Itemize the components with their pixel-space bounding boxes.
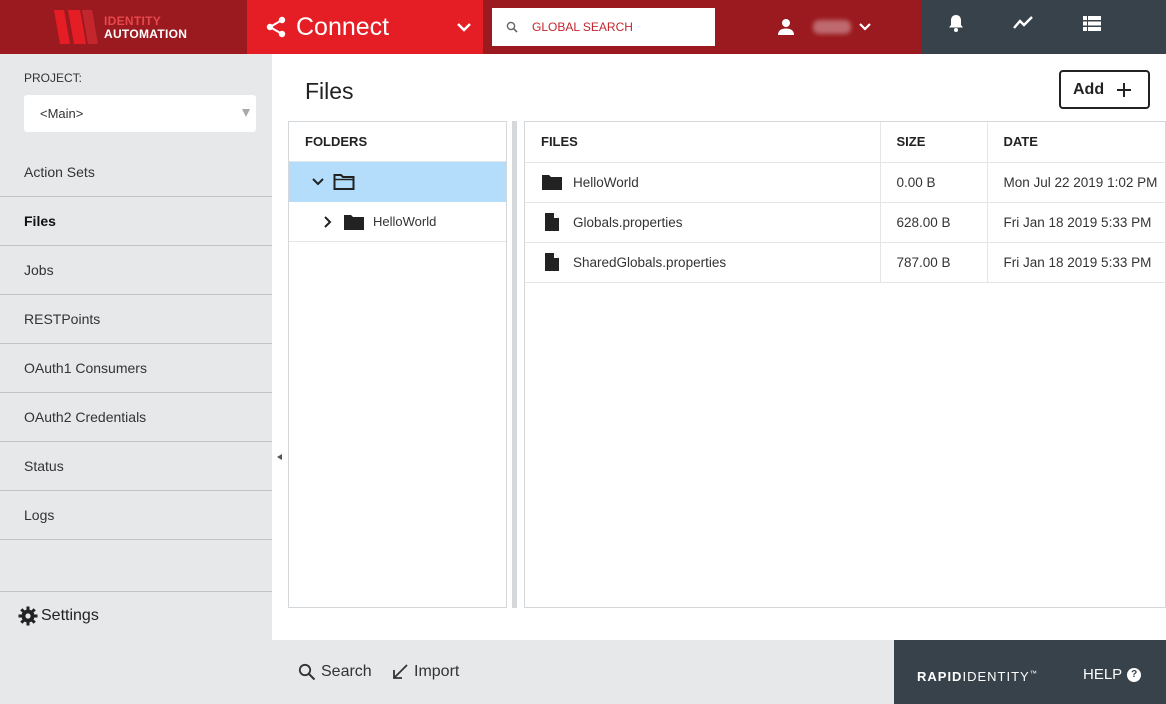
header-icons — [921, 0, 1166, 54]
file-date-cell: Mon Jul 22 2019 1:02 PM — [986, 162, 1166, 203]
help-button[interactable]: HELP ? — [1083, 666, 1142, 683]
app-switcher[interactable]: Connect — [247, 0, 483, 54]
folder-icon — [542, 175, 562, 190]
global-search[interactable] — [492, 8, 715, 46]
sidebar-nav: Action Sets Files Jobs RESTPoints OAuth1… — [0, 148, 272, 540]
column-header-size[interactable]: SIZE — [879, 122, 987, 163]
file-name: SharedGlobals.properties — [573, 254, 727, 270]
folders-header: FOLDERS — [289, 122, 506, 162]
file-date-cell: Fri Jan 18 2019 5:33 PM — [986, 202, 1166, 243]
company-logo-text: IDENTITY AUTOMATION — [104, 15, 187, 41]
search-icon — [506, 21, 518, 33]
bell-icon[interactable] — [946, 13, 966, 33]
collapse-arrow-icon — [277, 454, 282, 460]
table-row[interactable]: Globals.properties 628.00 B Fri Jan 18 2… — [525, 202, 1166, 243]
footer-import-label: Import — [414, 663, 460, 680]
chevron-down-icon[interactable] — [311, 175, 325, 189]
sidebar-item-action-sets[interactable]: Action Sets — [0, 148, 272, 197]
footer: Search Import RAPIDIDENTITY™ HELP ? — [0, 640, 1166, 704]
column-header-date[interactable]: DATE — [986, 122, 1166, 163]
files-table-header: FILES SIZE DATE — [525, 122, 1166, 163]
folder-tree-root[interactable] — [289, 162, 506, 202]
sidebar-item-jobs[interactable]: Jobs — [0, 246, 272, 295]
main-content: Files Add FOLDERS HelloWorld FILES SIZE … — [288, 54, 1166, 640]
sidebar: PROJECT: <Main> Action Sets Files Jobs R… — [0, 54, 272, 640]
sidebar-item-status[interactable]: Status — [0, 442, 272, 491]
file-name-cell: Globals.properties — [525, 202, 880, 243]
folders-panel: FOLDERS HelloWorld — [288, 121, 507, 608]
file-name-cell: HelloWorld — [525, 162, 880, 203]
file-name-cell: SharedGlobals.properties — [525, 242, 880, 283]
list-icon[interactable] — [1082, 13, 1102, 33]
help-label: HELP — [1083, 666, 1123, 683]
file-icon — [545, 253, 559, 271]
global-search-input[interactable] — [532, 20, 692, 34]
file-name: Globals.properties — [573, 214, 683, 230]
brand-area: RAPIDIDENTITY™ HELP ? — [894, 640, 1166, 704]
table-row[interactable]: HelloWorld 0.00 B Mon Jul 22 2019 1:02 P… — [525, 162, 1166, 203]
project-select-value: <Main> — [40, 106, 84, 121]
rapididentity-logo: RAPIDIDENTITY™ — [917, 669, 1038, 684]
sidebar-collapse-handle[interactable] — [272, 54, 288, 640]
project-select[interactable]: <Main> — [24, 95, 256, 132]
folder-tree-item[interactable]: HelloWorld — [289, 202, 506, 242]
dropdown-caret-icon — [242, 109, 250, 117]
company-logo-icon — [54, 10, 98, 44]
sidebar-item-oauth2-credentials[interactable]: OAuth2 Credentials — [0, 393, 272, 442]
chevron-down-icon — [859, 23, 871, 31]
footer-import-button[interactable]: Import — [391, 640, 459, 704]
column-header-files[interactable]: FILES — [525, 122, 880, 163]
project-label: PROJECT: — [24, 71, 83, 85]
logo-line-2: AUTOMATION — [104, 27, 188, 41]
file-size-cell: 628.00 B — [879, 202, 987, 243]
settings-label: Settings — [41, 607, 99, 624]
sidebar-item-oauth1-consumers[interactable]: OAuth1 Consumers — [0, 344, 272, 393]
gear-icon — [18, 606, 38, 626]
sidebar-item-restpoints[interactable]: RESTPoints — [0, 295, 272, 344]
folder-icon — [344, 214, 364, 230]
top-bar: IDENTITY AUTOMATION Connect — [0, 0, 1166, 54]
footer-search-button[interactable]: Search — [298, 640, 372, 704]
app-name: Connect — [296, 12, 390, 41]
brand-bold: RAPID — [917, 669, 963, 684]
chevron-down-icon — [457, 23, 471, 32]
file-size-cell: 0.00 B — [879, 162, 987, 203]
help-icon: ? — [1127, 667, 1142, 682]
panel-splitter[interactable] — [512, 121, 517, 608]
chevron-right-icon[interactable] — [321, 215, 335, 229]
user-menu[interactable] — [777, 0, 873, 54]
user-name-redacted — [813, 20, 851, 34]
share-icon — [266, 16, 286, 38]
files-panel: FILES SIZE DATE HelloWorld 0.00 B Mon Ju… — [524, 121, 1166, 608]
settings-button[interactable]: Settings — [0, 591, 272, 640]
file-size-cell: 787.00 B — [879, 242, 987, 283]
add-button-label: Add — [1073, 80, 1105, 98]
files-table: FILES SIZE DATE HelloWorld 0.00 B Mon Ju… — [525, 122, 1166, 283]
footer-search-label: Search — [321, 663, 372, 680]
sidebar-item-logs[interactable]: Logs — [0, 491, 272, 540]
file-date-cell: Fri Jan 18 2019 5:33 PM — [986, 242, 1166, 283]
file-icon — [545, 213, 559, 231]
arrow-down-left-icon — [393, 664, 408, 679]
brand-light: IDENTITY — [962, 669, 1030, 684]
person-icon — [778, 19, 794, 35]
sidebar-item-files[interactable]: Files — [0, 197, 272, 246]
plus-icon — [1117, 82, 1132, 97]
file-name: HelloWorld — [573, 174, 639, 190]
add-button[interactable]: Add — [1059, 70, 1150, 109]
brand-tm: ™ — [1029, 670, 1038, 678]
folder-tree-label: HelloWorld — [373, 214, 437, 229]
page-title: Files — [305, 78, 354, 104]
table-row[interactable]: SharedGlobals.properties 787.00 B Fri Ja… — [525, 242, 1166, 283]
activity-icon[interactable] — [1013, 13, 1033, 33]
folder-open-icon — [333, 174, 355, 190]
logo-area: IDENTITY AUTOMATION — [0, 0, 247, 54]
search-icon — [298, 663, 316, 681]
